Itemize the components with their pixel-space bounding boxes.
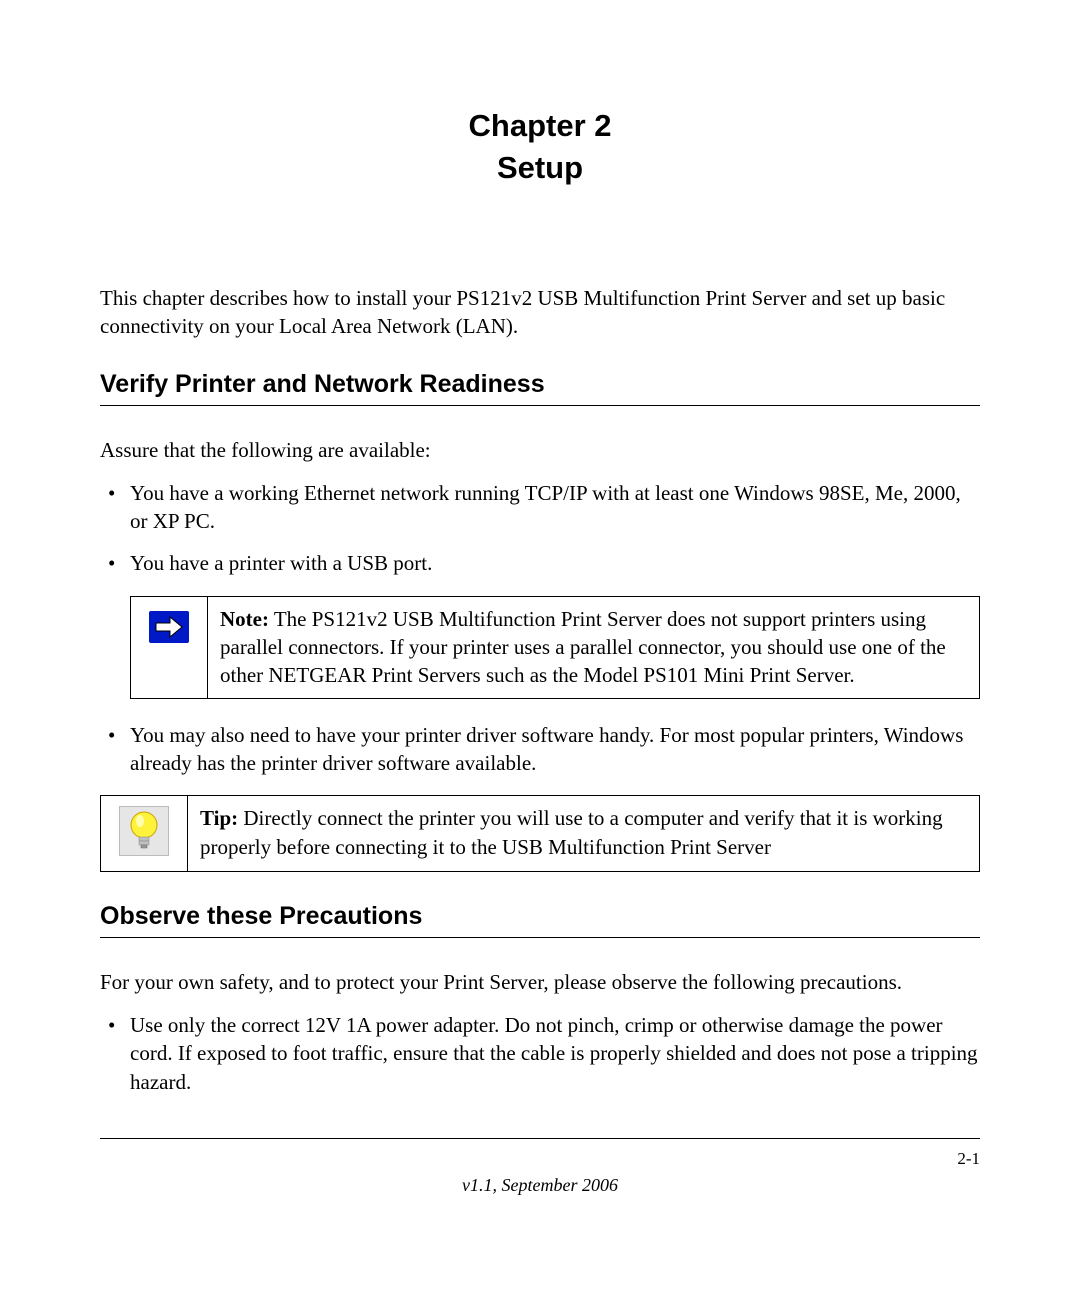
document-page: Chapter 2 Setup This chapter describes h… [0,0,1080,1296]
note-callout: Note: The PS121v2 USB Multifunction Prin… [130,596,980,699]
chapter-number: Chapter 2 [469,108,612,143]
tip-text: Directly connect the printer you will us… [200,806,943,858]
list-item: You may also need to have your printer d… [100,721,980,778]
chapter-title: Chapter 2 Setup [100,105,980,189]
list-item: Use only the correct 12V 1A power adapte… [100,1011,980,1096]
note-icon-cell [131,596,208,698]
arrow-right-icon [149,611,189,643]
tip-callout: Tip: Directly connect the printer you wi… [100,795,980,872]
section-heading-verify: Verify Printer and Network Readiness [100,370,980,406]
tip-label: Tip: [200,806,238,830]
document-version: v1.1, September 2006 [100,1175,980,1196]
page-number: 2-1 [100,1149,980,1169]
bullet-list-b: You may also need to have your printer d… [100,721,980,778]
bullet-list-precautions: Use only the correct 12V 1A power adapte… [100,1011,980,1096]
note-label: Note: [220,607,269,631]
list-item: You have a printer with a USB port. [100,549,980,577]
section1-lead: Assure that the following are available: [100,436,980,464]
bullet-list-a: You have a working Ethernet network runn… [100,479,980,578]
note-text: The PS121v2 USB Multifunction Print Serv… [220,607,946,688]
section2-lead: For your own safety, and to protect your… [100,968,980,996]
page-footer: 2-1 v1.1, September 2006 [100,1138,980,1196]
tip-body: Tip: Directly connect the printer you wi… [188,796,980,872]
note-body: Note: The PS121v2 USB Multifunction Prin… [208,596,980,698]
list-item: You have a working Ethernet network runn… [100,479,980,536]
chapter-name: Setup [497,150,583,185]
section-heading-precautions: Observe these Precautions [100,902,980,938]
lightbulb-icon [119,806,169,856]
tip-icon-cell [101,796,188,872]
intro-paragraph: This chapter describes how to install yo… [100,284,980,341]
